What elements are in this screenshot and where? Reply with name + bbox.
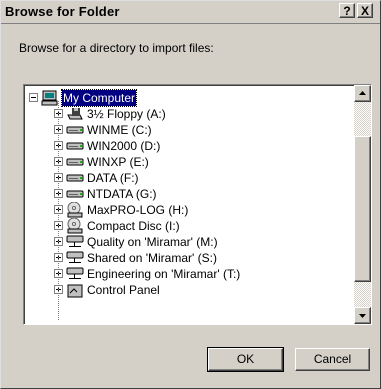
title-bar[interactable]: Browse for Folder ? X (1, 1, 380, 24)
arrow-down-icon (359, 314, 366, 318)
close-button[interactable]: X (357, 3, 373, 18)
tree-item-label: My Computer (60, 89, 138, 107)
cd-drive-icon (66, 201, 84, 218)
control-panel-icon (66, 282, 84, 298)
tree-item[interactable]: 3½ Floppy (A:) (24, 106, 344, 122)
network-drive-icon (66, 234, 84, 250)
tree-item[interactable]: Quality on 'Miramar' (M:) (24, 234, 344, 250)
instruction-text: Browse for a directory to import files: (19, 41, 214, 55)
cd-drive-icon (66, 217, 84, 234)
network-drive-icon (66, 250, 84, 266)
tree-item-label: Control Panel (87, 283, 160, 297)
tree-item[interactable]: Compact Disc (I:) (24, 217, 344, 234)
tree-item[interactable]: Shared on 'Miramar' (S:) (24, 250, 344, 266)
tree-item-label: Compact Disc (I:) (87, 219, 180, 233)
hard-drive-icon (66, 138, 84, 154)
browse-folder-dialog: Browse for Folder ? X Browse for a direc… (0, 0, 381, 389)
tree-connector-line (58, 101, 59, 321)
hard-drive-icon (66, 186, 84, 202)
hard-drive-icon (66, 122, 84, 138)
tree-item[interactable]: Control Panel (24, 282, 344, 298)
tree-item[interactable]: My Computer (24, 89, 344, 107)
arrow-up-icon (359, 91, 366, 95)
tree-item[interactable]: DATA (F:) (24, 170, 344, 186)
hard-drive-icon (66, 170, 84, 186)
vertical-scrollbar[interactable] (354, 85, 371, 324)
tree-item-label: 3½ Floppy (A:) (87, 107, 166, 121)
tree-item[interactable]: WINME (C:) (24, 122, 344, 138)
tree-item-label: NTDATA (G:) (87, 187, 157, 201)
dialog-title: Browse for Folder (5, 4, 120, 19)
tree-item[interactable]: WIN2000 (D:) (24, 138, 344, 154)
cancel-button[interactable]: Cancel (295, 348, 370, 371)
tree-item[interactable]: MaxPRO-LOG (H:) (24, 201, 344, 218)
folder-tree[interactable]: My Computer 3½ Floppy (A:) WINME (C:) WIN20… (23, 84, 372, 325)
tree-item-label: Quality on 'Miramar' (M:) (87, 235, 218, 249)
network-drive-icon (66, 266, 84, 282)
ok-button[interactable]: OK (207, 347, 284, 372)
computer-icon (41, 90, 59, 106)
tree-item[interactable]: WINXP (E:) (24, 154, 344, 170)
hard-drive-icon (66, 154, 84, 170)
scroll-down-button[interactable] (354, 307, 371, 324)
tree-item-label: WINXP (E:) (87, 155, 149, 169)
tree-item[interactable]: NTDATA (G:) (24, 186, 344, 202)
scroll-thumb[interactable] (354, 136, 371, 282)
tree-item-label: WINME (C:) (87, 123, 152, 137)
scroll-up-button[interactable] (354, 85, 371, 102)
collapse-minus-icon[interactable] (29, 93, 38, 102)
tree-item-label: MaxPRO-LOG (H:) (87, 203, 189, 217)
tree-item[interactable]: Engineering on 'Miramar' (T:) (24, 266, 344, 282)
tree-item-label: Engineering on 'Miramar' (T:) (87, 267, 241, 281)
help-button[interactable]: ? (339, 3, 355, 18)
floppy-drive-icon (66, 106, 84, 122)
tree-item-label: DATA (F:) (87, 171, 139, 185)
tree-item-label: WIN2000 (D:) (87, 139, 161, 153)
tree-item-label: Shared on 'Miramar' (S:) (87, 251, 217, 265)
